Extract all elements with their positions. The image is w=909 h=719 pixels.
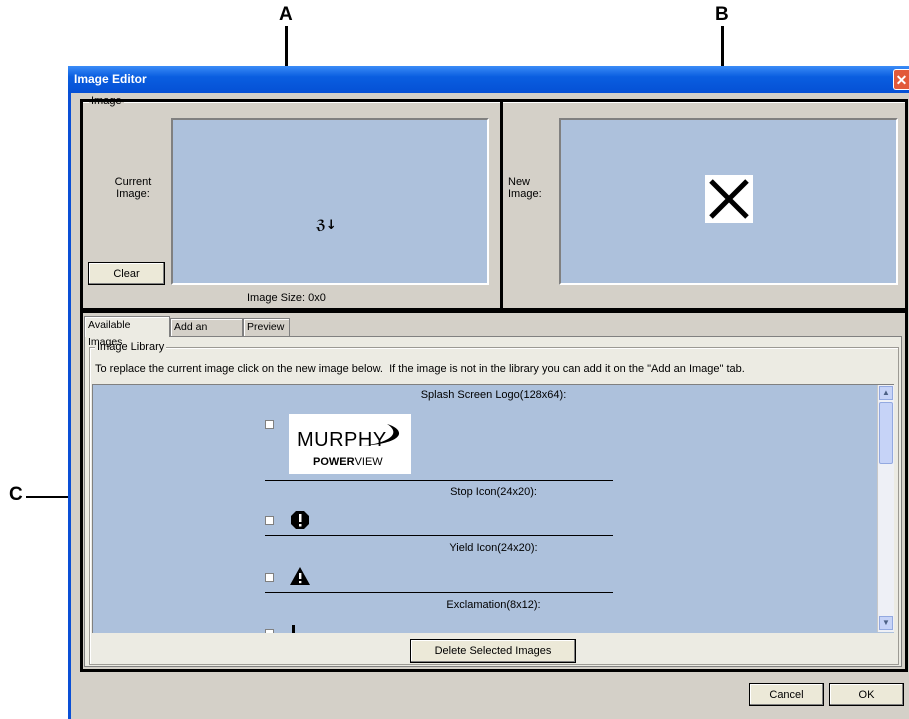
scroll-thumb[interactable]: [879, 402, 893, 464]
library-separator: [265, 535, 613, 536]
scroll-up-icon[interactable]: ▲: [879, 386, 893, 400]
title-bar[interactable]: Image Editor ✕: [68, 66, 909, 93]
murphy-logo-power: POWER: [313, 456, 355, 468]
library-item-checkbox[interactable]: [265, 516, 274, 525]
stop-icon[interactable]: [290, 510, 310, 530]
image-size-text: Image Size: 0x0: [247, 292, 326, 304]
delete-selected-images-button[interactable]: Delete Selected Images: [410, 639, 576, 663]
no-image-icon: [705, 175, 753, 223]
window-title: Image Editor: [74, 72, 147, 86]
new-image-label: New Image:: [508, 176, 542, 200]
new-image-well: [559, 118, 898, 285]
ok-button[interactable]: OK: [829, 683, 904, 706]
yield-icon[interactable]: [289, 566, 311, 586]
close-button[interactable]: ✕: [893, 69, 909, 90]
callout-b: B: [715, 4, 729, 25]
library-item-checkbox[interactable]: [265, 420, 274, 429]
exclamation-icon[interactable]: [292, 625, 295, 633]
cancel-button[interactable]: Cancel: [749, 683, 824, 706]
library-item-title: Splash Screen Logo(128x64):: [420, 389, 567, 401]
library-item-title: Yield Icon(24x20):: [449, 542, 538, 554]
library-item-title: Exclamation(8x12):: [446, 599, 541, 611]
tab-available-images[interactable]: Available Images: [84, 316, 170, 348]
callout-a: A: [279, 4, 293, 25]
library-item-checkbox[interactable]: [265, 629, 274, 633]
image-library-list: Splash Screen Logo(128x64): MURPHY POWER…: [92, 384, 894, 633]
murphy-logo[interactable]: MURPHY POWERVIEW: [289, 414, 411, 474]
library-scrollbar[interactable]: ▲ ▼: [877, 385, 894, 632]
current-image-well: ℨ↓: [171, 118, 489, 285]
callout-c: C: [9, 484, 23, 505]
library-separator: [265, 480, 613, 481]
logo-swoosh-icon: [359, 424, 400, 446]
clear-button[interactable]: Clear: [88, 262, 165, 285]
library-item-checkbox[interactable]: [265, 573, 274, 582]
scroll-down-icon[interactable]: ▼: [879, 616, 893, 630]
current-image-label: Current Image:: [114, 176, 152, 200]
library-separator: [265, 592, 613, 593]
library-item-title: Stop Icon(24x20):: [450, 486, 537, 498]
murphy-logo-view: VIEW: [354, 456, 383, 468]
current-image-icon: ℨ↓: [316, 218, 337, 233]
